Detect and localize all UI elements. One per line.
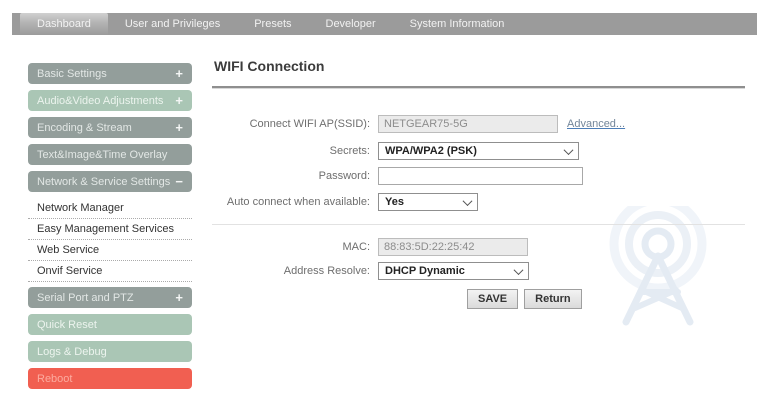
form-row-password: Password:: [212, 167, 745, 185]
sidebar-item-network-manager[interactable]: Network Manager: [28, 198, 192, 219]
sidebar-item-label: Encoding & Stream: [37, 121, 132, 134]
password-label: Password:: [318, 170, 370, 182]
form-row-secrets: Secrets: WPA/WPA2 (PSK): [212, 142, 745, 160]
sidebar-item-web-service[interactable]: Web Service: [28, 240, 192, 261]
main-content: WIFI Connection Connect WIFI AP(SSID): A…: [212, 56, 745, 309]
sidebar-item-label: Audio&Video Adjustments: [37, 94, 164, 107]
auto-connect-select-value: Yes: [385, 196, 404, 208]
sidebar-item-label: Easy Management Services: [37, 223, 174, 235]
sidebar-item-label: Onvif Service: [37, 265, 103, 277]
sidebar-item-label: Quick Reset: [37, 318, 97, 331]
secrets-select[interactable]: WPA/WPA2 (PSK): [378, 142, 579, 160]
top-nav: Dashboard User and Privileges Presets De…: [12, 13, 757, 35]
sidebar-item-logs-debug[interactable]: Logs & Debug: [28, 341, 192, 362]
sidebar-item-easy-management-services[interactable]: Easy Management Services: [28, 219, 192, 240]
sidebar-item-basic-settings[interactable]: Basic Settings +: [28, 63, 192, 84]
advanced-link[interactable]: Advanced...: [567, 118, 625, 130]
mac-label: MAC:: [342, 241, 371, 253]
form-row-mac: MAC:: [212, 238, 745, 256]
title-divider: [212, 86, 745, 89]
plus-icon: +: [175, 93, 183, 108]
sidebar-item-label: Reboot: [37, 372, 73, 385]
tab-dashboard[interactable]: Dashboard: [20, 13, 108, 35]
form-row-ssid: Connect WIFI AP(SSID): Advanced...: [212, 115, 745, 133]
app-window: Dashboard User and Privileges Presets De…: [0, 0, 761, 401]
chevron-down-icon: [563, 144, 574, 155]
sidebar: Basic Settings + Audio&Video Adjustments…: [28, 63, 192, 395]
form-row-address-resolve: Address Resolve: DHCP Dynamic: [212, 262, 745, 280]
sidebar-item-serial-port-and-ptz[interactable]: Serial Port and PTZ +: [28, 287, 192, 308]
auto-connect-label: Auto connect when available:: [226, 196, 370, 208]
return-button[interactable]: Return: [524, 289, 582, 309]
chevron-down-icon: [462, 195, 473, 206]
plus-icon: +: [175, 290, 183, 305]
sidebar-item-label: Basic Settings: [37, 67, 107, 80]
sidebar-item-label: Serial Port and PTZ: [37, 291, 134, 304]
plus-icon: +: [175, 120, 183, 135]
address-resolve-select-value: DHCP Dynamic: [385, 265, 465, 277]
tab-developer[interactable]: Developer: [309, 13, 393, 35]
mac-input: [378, 238, 528, 256]
tab-presets[interactable]: Presets: [237, 13, 308, 35]
page-title: WIFI Connection: [214, 58, 325, 74]
chevron-down-icon: [513, 264, 524, 275]
minus-icon: −: [175, 174, 183, 189]
wifi-form: Connect WIFI AP(SSID): Advanced... Secre…: [212, 115, 745, 309]
section-divider: [212, 224, 745, 225]
secrets-label: Secrets:: [329, 145, 370, 157]
password-input[interactable]: [378, 167, 583, 185]
form-row-auto-connect: Auto connect when available: Yes: [212, 193, 745, 211]
save-button[interactable]: SAVE: [467, 289, 519, 309]
sidebar-item-text-image-time-overlay[interactable]: Text&Image&Time Overlay: [28, 144, 192, 165]
auto-connect-select[interactable]: Yes: [378, 193, 478, 211]
address-resolve-label: Address Resolve:: [283, 265, 370, 277]
address-resolve-select[interactable]: DHCP Dynamic: [378, 262, 529, 280]
sidebar-item-quick-reset[interactable]: Quick Reset: [28, 314, 192, 335]
sidebar-item-label: Network & Service Settings: [37, 175, 171, 188]
plus-icon: +: [175, 66, 183, 81]
secrets-select-value: WPA/WPA2 (PSK): [385, 145, 477, 157]
sidebar-item-reboot[interactable]: Reboot: [28, 368, 192, 389]
sidebar-item-label: Network Manager: [37, 202, 124, 214]
tab-user-and-privileges[interactable]: User and Privileges: [108, 13, 237, 35]
ssid-label: Connect WIFI AP(SSID):: [249, 118, 370, 130]
sidebar-item-network-service-settings[interactable]: Network & Service Settings −: [28, 171, 192, 192]
sidebar-item-label: Text&Image&Time Overlay: [37, 148, 168, 161]
ssid-input: [378, 115, 558, 133]
sidebar-item-onvif-service[interactable]: Onvif Service: [28, 261, 192, 282]
form-buttons: SAVE Return: [467, 289, 745, 309]
sidebar-item-audio-video-adjustments[interactable]: Audio&Video Adjustments +: [28, 90, 192, 111]
sidebar-item-label: Logs & Debug: [37, 345, 107, 358]
sidebar-item-encoding-stream[interactable]: Encoding & Stream +: [28, 117, 192, 138]
sidebar-item-label: Web Service: [37, 244, 100, 256]
tab-system-information[interactable]: System Information: [393, 13, 522, 35]
